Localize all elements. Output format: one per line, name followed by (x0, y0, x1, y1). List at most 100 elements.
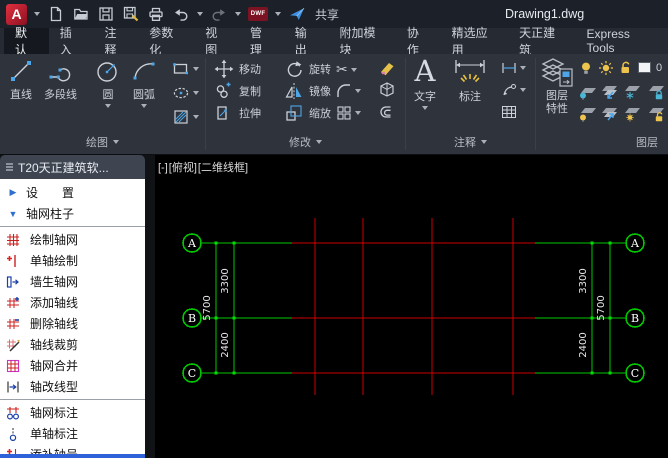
trim-caret-icon[interactable] (350, 67, 357, 72)
redo-caret-icon[interactable] (235, 12, 241, 16)
tab-0[interactable]: 默认 (4, 26, 49, 57)
linear-dim-button[interactable] (501, 60, 526, 76)
modify-panel-title[interactable]: 修改 (206, 134, 405, 150)
sidebar-item-0-4[interactable]: 删除轴线 (0, 313, 145, 334)
redo-button[interactable] (210, 5, 228, 23)
tab-9[interactable]: 精选应用 (441, 26, 508, 57)
drawing-canvas[interactable]: [-][俯视][二维线框] A B C A B C 5700 3300 2400… (155, 155, 668, 458)
layers-panel-title[interactable]: 图层 (536, 134, 668, 150)
hatch-tool-button[interactable] (172, 108, 199, 126)
dimension-tool-button[interactable]: 标注 (452, 58, 488, 104)
share-button[interactable] (288, 5, 306, 23)
table-button[interactable] (501, 104, 517, 120)
rectangle-tool-caret-icon[interactable] (193, 67, 199, 71)
arc-tool-caret-icon[interactable] (141, 104, 147, 108)
layer-properties-button[interactable]: 图层特性 (540, 56, 574, 116)
tab-6[interactable]: 输出 (284, 26, 329, 57)
array-tool-button[interactable] (336, 105, 361, 121)
rotate-tool-button[interactable]: 旋转 (284, 59, 331, 79)
tab-5[interactable]: 管理 (239, 26, 284, 57)
dimension-lines (215, 243, 611, 373)
leader-caret-icon[interactable] (520, 88, 526, 92)
open-file-button[interactable] (72, 5, 90, 23)
explode-tool-button[interactable] (378, 81, 396, 99)
linear-dim-caret-icon[interactable] (520, 66, 526, 70)
ellipse-tool-caret-icon[interactable] (193, 91, 199, 95)
viewport-minimize-control[interactable]: [-] (158, 162, 168, 174)
array-caret-icon[interactable] (355, 111, 361, 115)
sidebar-item-0-6[interactable]: 轴网合并 (0, 355, 145, 376)
sidebar-item-0-2[interactable]: 墙生轴网 (0, 271, 145, 292)
dwf-publish-button[interactable]: DWF (248, 7, 268, 21)
sidebar-item-1-1[interactable]: 单轴标注 (0, 423, 145, 444)
fillet-caret-icon[interactable] (355, 89, 361, 93)
app-menu-button[interactable]: A (6, 3, 27, 25)
layer-freeze-tool-button[interactable] (622, 84, 642, 100)
group-axis-grid-column[interactable]: ▼ 轴网柱子 (0, 203, 145, 224)
tab-10[interactable]: 天正建筑 (508, 26, 575, 57)
polyline-tool-button[interactable]: 多段线 (44, 58, 77, 102)
copy-tool-button[interactable]: 复制 (214, 81, 261, 101)
layer-lock-tool-button[interactable] (646, 84, 666, 100)
sidebar-item-0-1[interactable]: 单轴绘制 (0, 250, 145, 271)
tab-4[interactable]: 视图 (194, 26, 239, 57)
layer-thaw-button[interactable] (598, 60, 614, 76)
layer-on-tool-button[interactable] (578, 106, 598, 122)
hatch-tool-caret-icon[interactable] (193, 115, 199, 119)
layer-isolate-tool-button[interactable] (600, 84, 620, 100)
sidebar-item-1-0[interactable]: 轴网标注 (0, 402, 145, 423)
group-settings[interactable]: ▶ 设 置 (0, 182, 145, 203)
current-layer-value[interactable]: 0 (656, 62, 662, 74)
palette-grip-icon[interactable] (6, 163, 13, 171)
layer-off-tool-button[interactable] (578, 84, 598, 100)
plot-button[interactable] (147, 5, 165, 23)
ellipse-tool-button[interactable] (172, 84, 199, 102)
sidebar-item-0-3[interactable]: 添加轴线 (0, 292, 145, 313)
viewport-visual-style-control[interactable]: [二维线框] (198, 162, 248, 174)
undo-button[interactable] (172, 5, 190, 23)
layer-unlock-tool-button[interactable] (646, 106, 666, 122)
circle-tool-button[interactable]: 圆 (95, 58, 121, 108)
mirror-tool-button[interactable]: 镜像 (284, 81, 331, 101)
offset-tool-button[interactable] (378, 103, 396, 121)
palette-title-bar[interactable]: T20天正建筑软... (0, 155, 145, 179)
save-as-button[interactable] (122, 5, 140, 23)
undo-caret-icon[interactable] (197, 12, 203, 16)
line-tool-button[interactable]: 直线 (8, 58, 34, 102)
sidebar-item-1-2[interactable]: 添补轴号 (0, 444, 145, 454)
viewport-view-control[interactable]: [俯视] (169, 162, 197, 174)
dwf-caret-icon[interactable] (275, 12, 281, 16)
erase-tool-button[interactable] (378, 59, 396, 77)
tab-2[interactable]: 注释 (93, 26, 138, 57)
move-tool-button[interactable]: 移动 (214, 59, 261, 79)
sidebar-item-0-5[interactable]: 轴线裁剪 (0, 334, 145, 355)
leader-button[interactable] (501, 82, 526, 98)
annotate-panel-title[interactable]: 注释 (406, 134, 535, 150)
trim-tool-button[interactable]: ✂ (336, 61, 357, 78)
fillet-tool-button[interactable] (336, 83, 361, 99)
draw-panel-title[interactable]: 绘图 (0, 134, 205, 150)
tab-3[interactable]: 参数化 (138, 26, 194, 57)
layer-thaw-tool-button[interactable] (622, 106, 642, 122)
app-menu-caret-icon[interactable] (34, 12, 40, 16)
layer-color-swatch[interactable] (638, 62, 651, 73)
tab-7[interactable]: 附加模块 (328, 26, 395, 57)
layer-unisolate-tool-button[interactable] (600, 106, 620, 122)
layer-off-button[interactable] (578, 60, 594, 76)
share-label[interactable]: 共享 (315, 6, 339, 23)
layer-unlock-button[interactable] (618, 60, 634, 76)
text-tool-caret-icon[interactable] (422, 106, 428, 110)
scale-tool-button[interactable]: 缩放 (284, 103, 331, 123)
arc-tool-button[interactable]: 圆弧 (131, 58, 157, 108)
stretch-tool-button[interactable]: 拉伸 (214, 103, 261, 123)
text-tool-button[interactable]: A 文字 (414, 56, 436, 110)
sidebar-item-0-7[interactable]: 轴改线型 (0, 376, 145, 397)
tab-11[interactable]: Express Tools (576, 27, 668, 55)
tab-8[interactable]: 协作 (396, 26, 441, 57)
tab-1[interactable]: 插入 (49, 26, 94, 57)
new-file-button[interactable] (47, 5, 65, 23)
save-button[interactable] (97, 5, 115, 23)
sidebar-item-0-0[interactable]: 绘制轴网 (0, 229, 145, 250)
rectangle-tool-button[interactable] (172, 60, 199, 78)
circle-tool-caret-icon[interactable] (105, 104, 111, 108)
